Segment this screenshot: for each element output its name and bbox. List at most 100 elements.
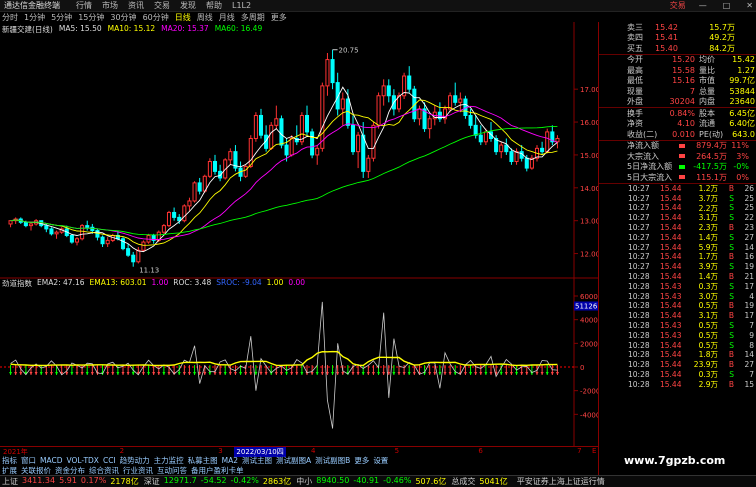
tick-count: 8	[749, 340, 754, 350]
tick-count: 14	[744, 350, 754, 360]
indicator-tab-11[interactable]: 测试副图B	[315, 455, 350, 466]
tick-row: 10:27 15.44 3.9万 S 19	[599, 262, 756, 272]
index-0[interactable]: 上证 3411.34 5.91 0.17% 2178亿	[2, 476, 139, 487]
index-amount: 507.6亿	[415, 477, 447, 486]
menu-trade[interactable]: 交易	[154, 0, 170, 11]
extension-tab-4[interactable]: 行业资讯	[123, 465, 153, 476]
detail-value: 0.84%	[669, 108, 695, 118]
menu-market2[interactable]: 市场	[102, 0, 118, 11]
time-label-8: E	[592, 447, 597, 455]
tick-time: 10:28	[628, 301, 650, 311]
tick-dir: B	[728, 301, 734, 311]
ytick-label: 17.00	[580, 86, 598, 94]
tick-count: 26	[744, 183, 754, 193]
candle	[161, 223, 166, 234]
indicator-tab-12[interactable]: 更多	[354, 455, 369, 466]
extension-tab-2[interactable]: 资金分布	[55, 465, 85, 476]
flow-value: 264.5万	[696, 151, 727, 161]
tick-price: 15.44	[660, 252, 682, 262]
tick-row: 10:27 15.44 2.2万 S 25	[599, 203, 756, 213]
tick-dir: B	[728, 379, 734, 389]
time-label-6: 6	[478, 447, 483, 455]
flow-value: 879.4万	[696, 141, 727, 151]
time-label-7: 7	[577, 447, 582, 455]
minimize-icon[interactable]: —	[696, 1, 710, 10]
extension-tab-1[interactable]: 关联报价	[21, 465, 51, 476]
ytick-label: 13.00	[580, 218, 598, 226]
menu-market[interactable]: 行情	[76, 0, 92, 11]
extension-tab-0[interactable]: 扩展	[2, 465, 17, 476]
index-2[interactable]: 中小 8940.50 -40.91 -0.46% 507.6亿	[296, 476, 446, 487]
tick-row: 10:27 15.44 1.4万 S 27	[599, 232, 756, 242]
roc-label: ROC: 3.48	[173, 278, 212, 287]
chart-area[interactable]: 17.00 16.00 15.00 14.00 13.00 12.00 20.75 11.13…	[0, 22, 598, 446]
tick-dir: S	[729, 213, 734, 223]
menu-l1l2[interactable]: L1L2	[232, 1, 251, 10]
tick-row: 10:27 15.44 3.7万 S 25	[599, 193, 756, 203]
indicator-tab-10[interactable]: 测试副图A	[276, 455, 311, 466]
extension-tab-6[interactable]: 备用户盈利卡单	[191, 465, 244, 476]
detail-label: 换手	[627, 108, 643, 118]
candle	[166, 210, 172, 228]
candle	[141, 240, 146, 252]
candle	[448, 92, 453, 113]
tick-time: 10:28	[628, 360, 650, 370]
flow-row: 净流入额 879.4万 11%	[599, 141, 756, 152]
index-pct: -0.42%	[230, 476, 259, 485]
tick-row: 10:28 15.43 0.5万 S 7	[599, 321, 756, 331]
trade-button[interactable]: 交易	[670, 0, 686, 11]
flow-label: 净流入额	[627, 141, 659, 151]
flow-bar	[679, 164, 685, 169]
tick-price: 15.43	[660, 291, 682, 301]
candle	[545, 128, 550, 154]
tick-count: 7	[749, 321, 754, 331]
detail-value: 30204	[669, 97, 695, 107]
index-pct: 0.17%	[80, 476, 107, 485]
menu-help[interactable]: 帮助	[206, 0, 222, 11]
indicator-tab-4[interactable]: CCI	[103, 456, 116, 465]
tick-count: 17	[744, 281, 754, 291]
indicator-tab-9[interactable]: 测试主图	[242, 455, 272, 466]
tick-dir: B	[728, 223, 734, 233]
tick-row: 10:27 15.44 1.7万 B 16	[599, 252, 756, 262]
tick-price: 15.44	[660, 272, 682, 282]
detail-value: 15.42	[732, 55, 755, 65]
tick-price: 15.44	[660, 360, 682, 370]
v2-label: 1.00	[266, 278, 284, 287]
detail-value: 15.16	[672, 76, 695, 86]
tick-count: 19	[744, 262, 754, 272]
extension-tab-5[interactable]: 互动问答	[157, 465, 187, 476]
candle	[376, 92, 381, 129]
tick-time: 10:27	[628, 203, 650, 213]
extension-tabs: 扩展 关联报价 资金分布 综合资讯 行业资讯 互动问答 备用户盈利卡单	[0, 465, 598, 475]
close-icon[interactable]: ✕	[743, 1, 756, 10]
extension-tab-3[interactable]: 综合资讯	[89, 465, 119, 476]
status-right: 平安证券上海上证运行情	[516, 477, 605, 486]
indicator-tab-2[interactable]: MACD	[40, 456, 62, 465]
tick-row: 10:28 15.44 0.5万 B 19	[599, 301, 756, 311]
index-1[interactable]: 深证 12971.7 -54.52 -0.42% 2863亿	[144, 476, 292, 487]
detail-row: 今开 15.20 均价 15.42	[599, 55, 756, 66]
tick-count: 19	[744, 301, 754, 311]
detail-label: 最低	[627, 76, 643, 86]
indicator-tab-3[interactable]: VOL-TDX	[66, 456, 98, 465]
index-value: 5041亿	[479, 477, 508, 486]
indicator-tab-8[interactable]: MA2	[222, 456, 238, 465]
index-3[interactable]: 总成交 5041亿	[451, 476, 507, 487]
flow-row: 5日大宗流入 115.1万 0%	[599, 172, 756, 183]
maximize-icon[interactable]: □	[720, 1, 734, 10]
tick-time: 10:28	[628, 291, 650, 301]
tick-row: 10:27 15.44 5.9万 S 14	[599, 242, 756, 252]
tick-time: 10:28	[628, 272, 650, 282]
ytick-label: 15.00	[580, 152, 598, 160]
tick-count: 27	[744, 360, 754, 370]
indicator-tab-13[interactable]: 设置	[373, 455, 388, 466]
detail-label: 今开	[627, 55, 643, 65]
detail-value: 53844	[729, 86, 755, 96]
menu-news[interactable]: 资讯	[128, 0, 144, 11]
detail-label: PE(动)	[699, 129, 724, 139]
sub-info: 劲道指数 EMA2: 47.16 EMA13: 603.01 1.00 ROC:…	[2, 278, 305, 288]
menu-discover[interactable]: 发现	[180, 0, 196, 11]
tick-dir: B	[728, 350, 734, 360]
tick-price: 15.44	[660, 183, 682, 193]
